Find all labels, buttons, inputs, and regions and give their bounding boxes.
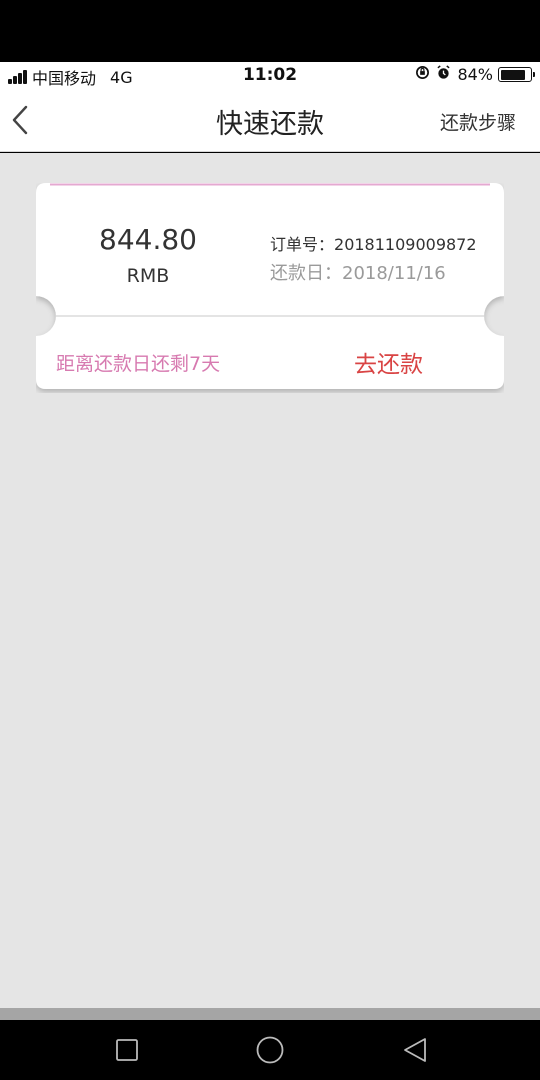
due-date-row: 还款日：2018/11/16 — [270, 259, 446, 285]
due-date-label: 还款日： — [270, 263, 342, 284]
due-date-value: 2018/11/16 — [342, 263, 446, 284]
top-black-bar — [0, 0, 540, 62]
order-number-label: 订单号： — [270, 235, 335, 254]
home-button[interactable] — [250, 1030, 290, 1070]
system-navigation-bar — [0, 1020, 540, 1080]
repayment-card[interactable]: 844.80 RMB 订单号：20181109009872 还款日：2018/1… — [36, 183, 504, 389]
alarm-icon — [436, 65, 451, 84]
main-content: 844.80 RMB 订单号：20181109009872 还款日：2018/1… — [0, 153, 540, 1008]
bottom-divider — [0, 1008, 540, 1020]
battery-percent: 84% — [457, 65, 493, 84]
repayment-amount: 844.80 — [99, 223, 197, 256]
order-number-value: 20181109009872 — [334, 235, 477, 254]
nav-bar: 快速还款 还款步骤 — [0, 88, 540, 152]
triangle-back-icon — [404, 1038, 426, 1062]
rotation-lock-icon — [415, 65, 430, 84]
status-bar: 中国移动 4G 11:02 84% — [0, 62, 540, 88]
repayment-steps-link[interactable]: 还款步骤 — [440, 108, 516, 135]
currency-label: RMB — [126, 265, 170, 287]
circle-icon — [256, 1036, 284, 1064]
square-icon — [116, 1039, 138, 1061]
battery-fill — [500, 69, 525, 80]
order-number-row: 订单号：20181109009872 — [270, 231, 477, 255]
status-right: 84% — [415, 65, 535, 84]
go-repay-button[interactable]: 去还款 — [354, 345, 423, 379]
battery-icon — [498, 67, 535, 82]
recent-apps-button[interactable] — [107, 1030, 147, 1070]
days-remaining-text: 距离还款日还剩7天 — [56, 353, 221, 375]
back-nav-button[interactable] — [395, 1030, 435, 1070]
